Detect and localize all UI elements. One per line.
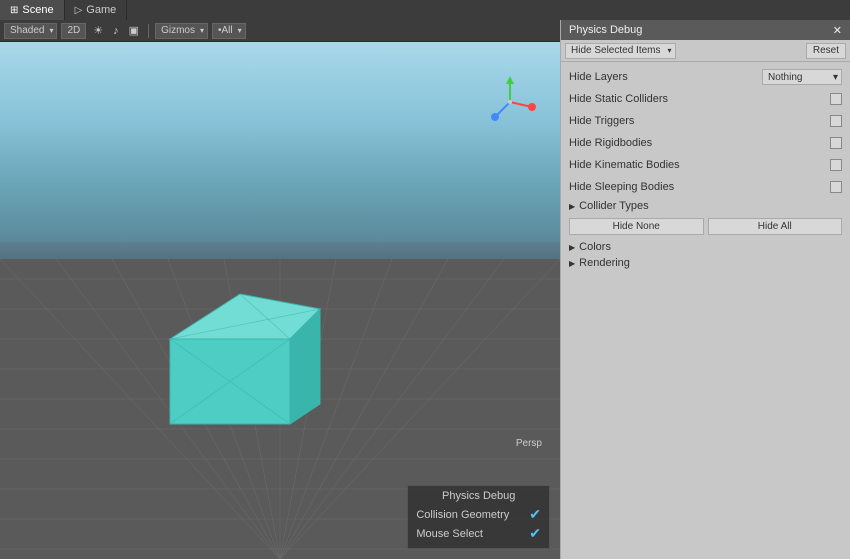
gizmos-label: Gizmos: [161, 25, 195, 36]
hide-sleeping-bodies-label: Hide Sleeping Bodies: [569, 181, 674, 193]
axis-gizmo-svg: [480, 72, 540, 132]
scene-toolbar: Shaded 2D ☀ ♪ ▣ Gizmos •All: [0, 20, 560, 42]
sky: [0, 42, 560, 242]
reset-label: Reset: [813, 45, 839, 56]
scene-tab-label: Scene: [22, 4, 53, 16]
shaded-label: Shaded: [10, 25, 44, 36]
main-layout: Shaded 2D ☀ ♪ ▣ Gizmos •All: [0, 20, 850, 559]
collider-types-triangle: ▶: [569, 202, 575, 211]
hide-static-colliders-checkbox[interactable]: [830, 93, 842, 105]
right-panel: Physics Debug ✕ Hide Selected Items Rese…: [560, 20, 850, 559]
physics-overlay-row-mouse: Mouse Select ✔: [416, 525, 541, 542]
physics-debug-overlay: Physics Debug Collision Geometry ✔ Mouse…: [407, 485, 550, 549]
scene-tab-icon: ⊞: [10, 5, 18, 16]
hide-rigidbodies-checkbox[interactable]: [830, 137, 842, 149]
2d-button[interactable]: 2D: [61, 23, 86, 39]
audio-icon-btn[interactable]: ♪: [110, 23, 122, 39]
rendering-triangle: ▶: [569, 259, 575, 268]
hide-static-colliders-label: Hide Static Colliders: [569, 93, 668, 105]
physics-overlay-title: Physics Debug: [416, 490, 541, 502]
panel-content: Hide Layers Nothing Hide Static Collider…: [561, 62, 850, 559]
hide-kinematic-bodies-row: Hide Kinematic Bodies: [569, 156, 842, 174]
rendering-label: Rendering: [579, 257, 630, 269]
reset-button[interactable]: Reset: [806, 43, 846, 59]
cube: [150, 239, 330, 439]
panel-title-bar: Physics Debug ✕: [561, 20, 850, 40]
gizmos-dropdown[interactable]: Gizmos: [155, 23, 208, 39]
game-tab-icon: ▷: [75, 5, 83, 16]
hide-all-button[interactable]: Hide All: [708, 218, 843, 235]
axis-gizmo: [480, 72, 540, 132]
hide-selected-dropdown[interactable]: Hide Selected Items: [565, 43, 676, 59]
hide-none-label: Hide None: [613, 221, 660, 232]
tab-game[interactable]: ▷ Game: [65, 0, 128, 20]
colors-label: Colors: [579, 241, 611, 253]
panel-title: Physics Debug: [569, 24, 642, 36]
tab-scene[interactable]: ⊞ Scene: [0, 0, 65, 20]
hide-kinematic-bodies-label: Hide Kinematic Bodies: [569, 159, 680, 171]
panel-toolbar-left: Hide Selected Items: [565, 43, 676, 59]
collision-geometry-check: ✔: [529, 506, 541, 523]
hide-triggers-row: Hide Triggers: [569, 112, 842, 130]
collider-types-label: Collider Types: [579, 200, 649, 212]
hide-none-button[interactable]: Hide None: [569, 218, 704, 235]
hide-static-colliders-row: Hide Static Colliders: [569, 90, 842, 108]
light-icon-btn[interactable]: ☀: [90, 23, 106, 39]
hide-rigidbodies-row: Hide Rigidbodies: [569, 134, 842, 152]
all-label: •All: [218, 25, 233, 36]
tab-bar: ⊞ Scene ▷ Game: [0, 0, 850, 20]
hide-buttons-row: Hide None Hide All: [569, 218, 842, 235]
shaded-dropdown[interactable]: Shaded: [4, 23, 57, 39]
rendering-section[interactable]: ▶ Rendering: [569, 257, 842, 269]
collider-types-section[interactable]: ▶ Collider Types: [569, 200, 842, 212]
hide-triggers-checkbox[interactable]: [830, 115, 842, 127]
hide-all-label: Hide All: [758, 221, 792, 232]
collision-geometry-label: Collision Geometry: [416, 509, 509, 521]
colors-triangle: ▶: [569, 243, 575, 252]
cube-svg: [150, 239, 330, 439]
panel-close-icon[interactable]: ✕: [833, 24, 842, 37]
hide-layers-row: Hide Layers Nothing: [569, 68, 842, 86]
all-dropdown[interactable]: •All: [212, 23, 246, 39]
fx-icon-btn[interactable]: ▣: [126, 23, 142, 39]
colors-section[interactable]: ▶ Colors: [569, 241, 842, 253]
panel-toolbar: Hide Selected Items Reset: [561, 40, 850, 62]
nothing-dropdown[interactable]: Nothing: [762, 69, 842, 85]
2d-label: 2D: [67, 25, 80, 36]
scene-area: Shaded 2D ☀ ♪ ▣ Gizmos •All: [0, 20, 560, 559]
hide-kinematic-bodies-checkbox[interactable]: [830, 159, 842, 171]
mouse-select-label: Mouse Select: [416, 528, 483, 540]
hide-sleeping-bodies-checkbox[interactable]: [830, 181, 842, 193]
hide-triggers-label: Hide Triggers: [569, 115, 634, 127]
viewport[interactable]: Persp Physics Debug Collision Geometry ✔…: [0, 42, 560, 559]
mouse-select-check: ✔: [529, 525, 541, 542]
hide-selected-label: Hide Selected Items: [571, 45, 661, 56]
hide-rigidbodies-label: Hide Rigidbodies: [569, 137, 652, 149]
toolbar-separator: [148, 24, 149, 38]
hide-layers-label: Hide Layers: [569, 71, 628, 83]
hide-sleeping-bodies-row: Hide Sleeping Bodies: [569, 178, 842, 196]
persp-label: Persp: [516, 438, 542, 449]
game-tab-label: Game: [86, 4, 116, 16]
physics-overlay-row-collision: Collision Geometry ✔: [416, 506, 541, 523]
nothing-label: Nothing: [768, 72, 802, 83]
